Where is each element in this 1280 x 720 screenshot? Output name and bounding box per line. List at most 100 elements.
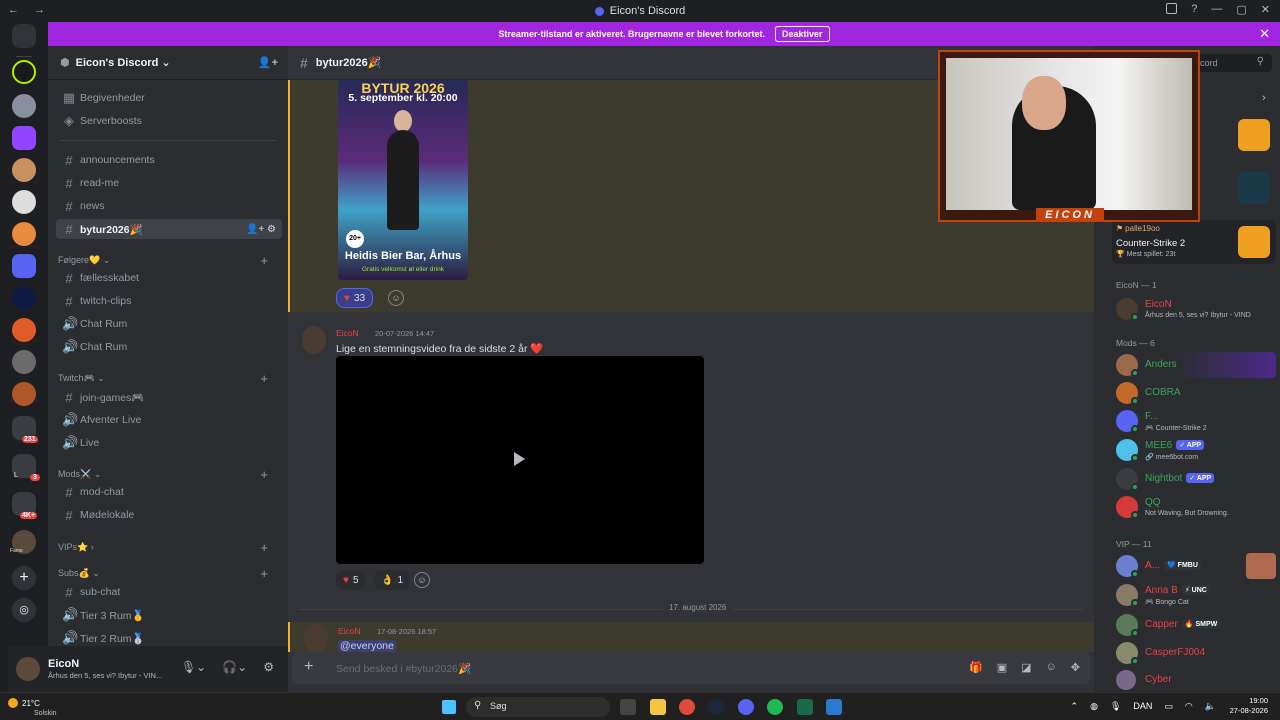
member-cobra[interactable]: COBRA <box>1116 380 1276 408</box>
gif-icon[interactable]: ▣ <box>997 661 1007 674</box>
channel-mod-chat[interactable]: # mod-chat <box>56 482 282 502</box>
minimize-icon[interactable]: — <box>1211 3 1222 16</box>
server-icon-8[interactable] <box>12 286 36 310</box>
language-indicator[interactable]: DAN <box>1133 701 1152 712</box>
channel-bytur2026[interactable]: # bytur2026🎉 👤+ ⚙ <box>56 219 282 239</box>
close-window-icon[interactable]: ✕ <box>1261 3 1270 16</box>
member-f[interactable]: F... 🎮 Counter-Strike 2 <box>1116 408 1276 436</box>
category-folgere[interactable]: Følgere💛 ⌄ + <box>58 253 278 268</box>
activity-card-3[interactable]: ⚑ palle19oo Counter-Strike 2 🏆 Mest spill… <box>1112 220 1276 264</box>
category-subs[interactable]: Subs💰 ⌄ + <box>58 566 278 581</box>
add-channel-icon[interactable]: + <box>260 371 268 386</box>
reaction-heart[interactable]: ♥ 5 <box>336 570 366 590</box>
member-anna-b[interactable]: Anna B ⚡ UNC 🎮 Bongo Cat <box>1116 582 1276 610</box>
taskbar-search[interactable]: ⚲ Søg <box>466 697 610 717</box>
server-icon-5[interactable] <box>12 190 36 214</box>
server-icon-11[interactable] <box>12 382 36 406</box>
apps-icon[interactable]: ✥ <box>1071 661 1080 674</box>
chevron-up-icon[interactable]: ⌃ <box>1071 701 1079 712</box>
channel-join-games[interactable]: # join-games🎮 <box>56 387 282 407</box>
volume-icon[interactable]: 🔈 <box>1205 701 1216 712</box>
task-view-icon[interactable] <box>620 699 636 715</box>
category-vips[interactable]: VIPs⭐ › + <box>58 540 278 555</box>
server-icon-10[interactable] <box>12 350 36 374</box>
help-icon[interactable]: ? <box>1191 3 1197 16</box>
start-icon[interactable] <box>442 700 456 714</box>
gift-icon[interactable]: 🎁 <box>969 661 983 674</box>
server-header[interactable]: ⬢ Eicon's Discord ⌄ 👤+ <box>48 46 288 80</box>
video-player[interactable] <box>336 356 704 564</box>
weather-widget[interactable]: 21°C Solskin <box>8 698 57 718</box>
chevron-right-icon[interactable]: › <box>1262 92 1266 104</box>
channel-news[interactable]: # news <box>56 196 282 216</box>
wifi-icon[interactable]: ◠ <box>1185 701 1193 712</box>
server-icon-7[interactable] <box>12 254 36 278</box>
mic-tray-icon[interactable]: 🎙 <box>1110 701 1121 712</box>
member-qq[interactable]: QQ Not Waving, But Drowning. <box>1116 494 1276 522</box>
sticker-icon[interactable]: ◪ <box>1021 661 1031 674</box>
app-icon-2[interactable] <box>826 699 842 715</box>
user-info[interactable]: EicoN Århus den 5, ses vi? Ibytur - VIN.… <box>48 658 162 680</box>
member-capper[interactable]: Capper 🔥 SMPW <box>1116 612 1276 640</box>
server-icon-4[interactable] <box>12 158 36 182</box>
add-reaction-icon[interactable]: ☺ <box>388 290 404 306</box>
add-server-icon[interactable]: + <box>12 566 36 590</box>
settings-gear-icon[interactable]: ⚙ <box>263 660 274 674</box>
server-icon-9[interactable] <box>12 318 36 342</box>
channel-sub-chat[interactable]: # sub-chat <box>56 582 282 602</box>
server-icon-twitch[interactable] <box>12 126 36 150</box>
avatar[interactable] <box>304 624 328 652</box>
message-input[interactable]: Send besked i #bytur2026🎉 <box>336 662 471 675</box>
inbox-icon[interactable] <box>1166 3 1178 14</box>
server-icon-1[interactable] <box>12 60 36 84</box>
channel-modelokale[interactable]: # Mødelokale <box>56 505 282 525</box>
everyone-mention[interactable]: @everyone <box>338 640 396 652</box>
server-icon-6[interactable] <box>12 222 36 246</box>
member-nightbot[interactable]: Nightbot ✓ APP <box>1116 466 1276 494</box>
voice-tier2-rum[interactable]: 🔊 Tier 2 Rum🥈 <box>56 628 282 648</box>
chrome-icon[interactable] <box>679 699 695 715</box>
category-mods[interactable]: Mods⚔️ ⌄ + <box>58 467 278 482</box>
avatar[interactable] <box>302 326 326 354</box>
voice-chat-rum-2[interactable]: 🔊 Chat Rum <box>56 337 282 357</box>
sidebar-item-boosts[interactable]: ◈ Serverboosts <box>56 111 282 131</box>
attach-plus-icon[interactable]: + <box>304 658 313 676</box>
voice-tier3-rum[interactable]: 🔊 Tier 3 Rum🥇 <box>56 605 282 625</box>
channel-afventer-live[interactable]: 🔊 Afventer Live <box>56 410 282 430</box>
channel-read-me[interactable]: # read-me <box>56 173 282 193</box>
member-casperfj004[interactable]: CasperFJ004 <box>1116 640 1276 668</box>
discover-icon[interactable]: ◎ <box>12 598 36 622</box>
steam-icon[interactable] <box>708 699 724 715</box>
voice-chat-rum-1[interactable]: 🔊 Chat Rum <box>56 314 282 334</box>
maximize-icon[interactable]: ▢ <box>1236 3 1246 16</box>
discord-home-icon[interactable] <box>12 24 36 48</box>
member-anders[interactable]: Anders <box>1116 352 1276 380</box>
close-banner-icon[interactable]: ✕ <box>1259 26 1270 42</box>
member-vip-a[interactable]: A... 💙 FMBU <box>1116 553 1276 581</box>
file-explorer-icon[interactable] <box>650 699 666 715</box>
server-icon-2[interactable] <box>12 94 36 118</box>
reaction-ok-hand[interactable]: 👌 1 <box>374 570 411 590</box>
microphone-icon[interactable]: 🎙⌄ <box>181 660 206 674</box>
sidebar-item-events[interactable]: ▦ Begivenheder <box>56 88 282 108</box>
message-author[interactable]: EicoN <box>338 626 361 636</box>
channel-announcements[interactable]: # announcements <box>56 150 282 170</box>
headphones-icon[interactable]: 🎧⌄ <box>222 660 247 674</box>
channel-faellesskabet[interactable]: # fællesskabet <box>56 268 282 288</box>
invite-people-icon[interactable]: 👤+ <box>258 56 278 69</box>
add-channel-icon[interactable]: + <box>260 253 268 268</box>
member-eicon[interactable]: EicoN Århus den 5, ses vi? Ibytur - VIND <box>1116 296 1276 324</box>
member-mee6[interactable]: MEE6 ✓ APP 🔗 mee6bot.com <box>1116 437 1276 465</box>
network-icon[interactable]: ▭ <box>1164 701 1173 712</box>
back-forward-nav[interactable]: ← → <box>8 4 51 16</box>
add-channel-icon[interactable]: + <box>260 540 268 555</box>
add-channel-icon[interactable]: + <box>260 566 268 581</box>
play-icon[interactable] <box>514 452 525 466</box>
app-icon[interactable] <box>797 699 813 715</box>
clock[interactable]: 19:00 27-08-2026 <box>1230 696 1268 716</box>
channel-settings-icon[interactable]: 👤+ ⚙ <box>246 224 276 235</box>
channel-twitch-clips[interactable]: # twitch-clips <box>56 291 282 311</box>
add-reaction-icon[interactable]: ☺ <box>414 572 430 588</box>
member-cyber[interactable]: Cyber <box>1116 668 1276 690</box>
message-author[interactable]: EicoN <box>336 328 359 338</box>
